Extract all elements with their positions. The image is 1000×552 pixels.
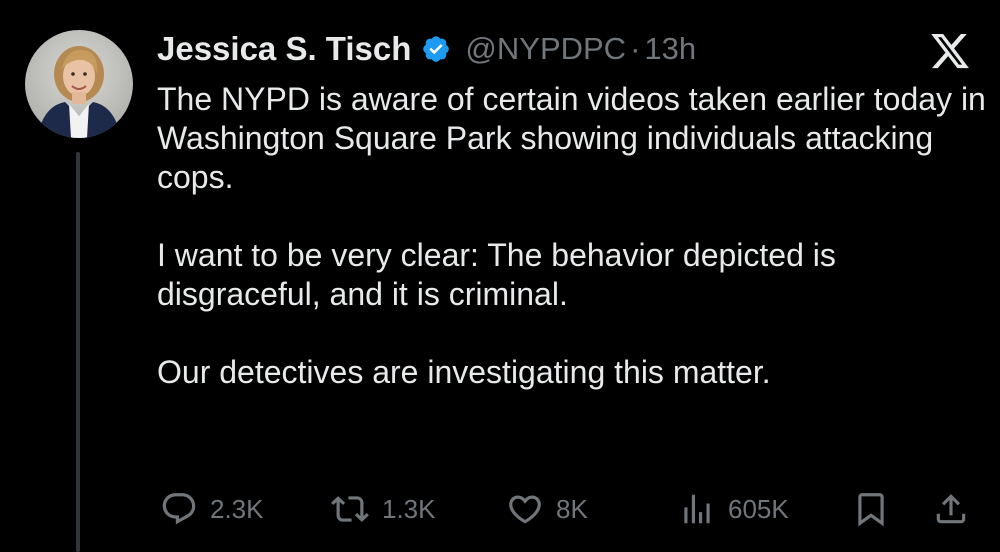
action-bar: 2.3K 1.3K 8K 605K [0, 487, 1000, 531]
tweet-paragraph: The NYPD is aware of certain videos take… [157, 81, 986, 195]
repost-button[interactable]: 1.3K [330, 487, 436, 531]
timestamp[interactable]: 13h [644, 31, 696, 67]
views-icon [678, 490, 716, 528]
like-count: 8K [556, 493, 588, 524]
x-logo-icon [928, 30, 972, 72]
avatar[interactable] [25, 30, 133, 138]
tweet[interactable]: Jessica S. Tisch @NYPDPC · 13h The NYPD … [0, 0, 1000, 552]
handle[interactable]: @NYPDPC [465, 31, 626, 67]
share-icon [932, 490, 970, 528]
repost-icon [330, 490, 370, 528]
tweet-text: The NYPD is aware of certain videos take… [157, 80, 987, 392]
tweet-paragraph: Our detectives are investigating this ma… [157, 354, 771, 390]
tweet-header: Jessica S. Tisch @NYPDPC · 13h [157, 26, 696, 72]
tweet-paragraph: I want to be very clear: The behavior de… [157, 237, 836, 312]
like-button[interactable]: 8K [506, 487, 588, 531]
bookmark-icon [852, 490, 890, 528]
share-button[interactable] [932, 487, 970, 531]
avatar-photo [25, 30, 133, 138]
reply-button[interactable]: 2.3K [160, 487, 264, 531]
like-icon [506, 490, 544, 528]
views-count: 605K [728, 493, 789, 524]
verified-badge-icon[interactable] [421, 34, 451, 64]
views-button[interactable]: 605K [678, 487, 789, 531]
display-name[interactable]: Jessica S. Tisch [157, 30, 411, 68]
bookmark-button[interactable] [852, 487, 890, 531]
repost-count: 1.3K [382, 493, 436, 524]
reply-count: 2.3K [210, 493, 264, 524]
separator-dot: · [630, 31, 641, 66]
reply-icon [160, 490, 198, 528]
